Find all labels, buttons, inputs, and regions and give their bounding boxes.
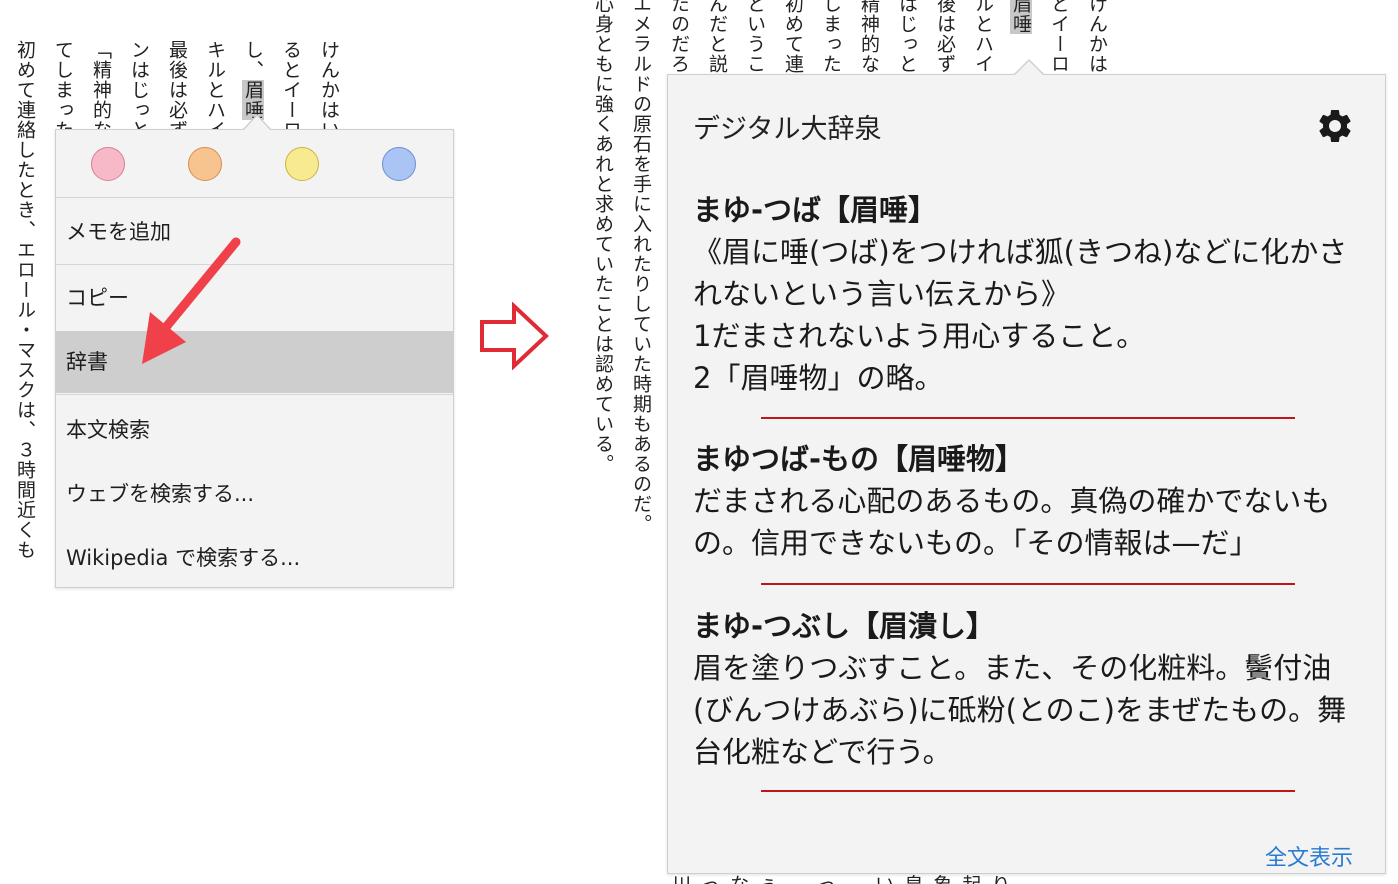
entry-divider — [761, 790, 1295, 792]
entry-headword: まゆ-つぶし【眉潰し】 — [693, 609, 996, 643]
blue-highlight-swatch[interactable] — [382, 147, 416, 181]
dictionary-entry: まゆ-つば【眉唾】 《眉に唾(つば)をつければ狐(きつね)などに化かさ れないと… — [693, 189, 1373, 399]
highlight-color-picker — [56, 130, 453, 196]
selected-word: 眉唾 — [1010, 0, 1032, 34]
entry-headword: まゆつば-もの【眉唾物】 — [693, 442, 1025, 476]
dictionary-menu-item[interactable]: 辞書 — [56, 331, 453, 393]
menu-divider — [56, 197, 453, 198]
entry-line: 《眉に唾(つば)をつければ狐(きつね)などに化かさ — [693, 235, 1348, 269]
entry-line: 1だまされないよう用心すること。 — [693, 319, 1146, 353]
entry-line: れないという言い伝えから》 — [693, 277, 1071, 311]
add-memo-menu-item[interactable]: メモを追加 — [56, 201, 453, 263]
book-column: エメラルドの原石を手に入れたりしていた時期もあるのだ。 — [630, 0, 652, 534]
book-column: 心身ともに強くあれと求めていたことは認めている。 — [596, 0, 614, 474]
dictionary-entry: まゆつば-もの【眉唾物】 だまされる心配のあるもの。真偽の確かでないも の。信用… — [693, 438, 1373, 564]
entry-line: (びんつけあぶら)に砥粉(とのこ)をまぜたもの。舞 — [693, 693, 1347, 727]
full-text-link[interactable]: 全文表示 — [1265, 840, 1353, 872]
entry-divider — [761, 417, 1295, 419]
entry-line: の。信用できないもの。「その情報は—だ」 — [693, 526, 1259, 560]
gear-icon[interactable] — [1315, 106, 1355, 146]
right-arrow-icon — [480, 302, 549, 370]
entry-line: だまされる心配のあるもの。真偽の確かでないも — [693, 484, 1331, 518]
menu-divider — [56, 394, 453, 395]
search-web-menu-item[interactable]: ウェブを検索する... — [56, 463, 453, 525]
book-column: 初めて連絡したとき、エロール・マスクは、３時間近くも — [14, 40, 36, 560]
yellow-highlight-swatch[interactable] — [285, 147, 319, 181]
copy-menu-item[interactable]: コピー — [56, 267, 453, 329]
entry-line: 台化粧などで行う。 — [693, 735, 952, 769]
orange-highlight-swatch[interactable] — [188, 147, 222, 181]
dictionary-title: デジタル大辞泉 — [693, 114, 882, 145]
entry-line: 眉を塗りつぶすこと。また、その化粧料。鬢付油 — [693, 651, 1332, 685]
dictionary-panel-pointer-fill — [1014, 61, 1044, 76]
search-wikipedia-menu-item[interactable]: Wikipedia で検索する... — [56, 527, 453, 589]
dictionary-panel: デジタル大辞泉 まゆ-つば【眉唾】 《眉に唾(つば)をつければ狐(きつね)などに… — [667, 74, 1386, 874]
book-column-prefix: し、 — [242, 40, 264, 80]
dictionary-entry: まゆ-つぶし【眉潰し】 眉を塗りつぶすこと。また、その化粧料。鬢付油 (びんつけ… — [693, 605, 1373, 773]
annotation-arrow-icon — [142, 237, 241, 364]
menu-divider — [56, 264, 453, 265]
context-menu-pointer-fill — [243, 116, 271, 131]
entry-divider — [761, 583, 1295, 585]
search-book-menu-item[interactable]: 本文検索 — [56, 399, 453, 461]
entry-line: 2「眉唾物」の略。 — [693, 361, 944, 395]
context-menu: メモを追加 コピー 辞書 本文検索 ウェブを検索する... Wikipedia … — [55, 129, 454, 588]
pink-highlight-swatch[interactable] — [91, 147, 125, 181]
entry-headword: まゆ-つば【眉唾】 — [693, 193, 938, 227]
